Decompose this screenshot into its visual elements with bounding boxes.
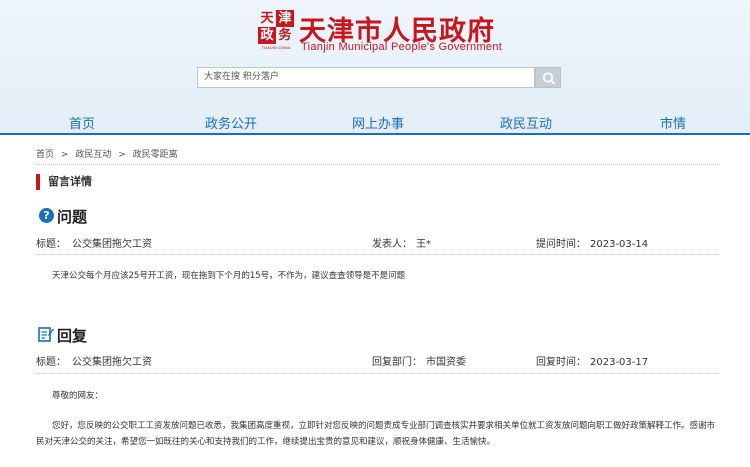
- site-logo[interactable]: 天 津 政 务 TIANJIN·CHINA 天津市人民政府 Tianjin Mu…: [258, 10, 508, 53]
- question-title-value: 公交集团拖欠工资: [72, 239, 152, 250]
- divider: [36, 164, 720, 165]
- question-title-row: 标题： 公交集团拖欠工资: [36, 235, 152, 250]
- question-time-value: 2023-03-14: [590, 239, 649, 250]
- question-time-row: 提问时间： 2023-03-14: [536, 235, 648, 250]
- nav-item-interaction[interactable]: 政民互动: [500, 113, 552, 132]
- reply-document-icon: [38, 327, 54, 342]
- section-title: 留言详情: [36, 174, 92, 190]
- question-circle-icon: ?: [39, 208, 54, 223]
- question-heading: 问题: [57, 208, 88, 226]
- question-content: 天津公交每个月应该25号开工资，现在拖到下个月的15号，不作为，建议查查领导是不…: [52, 271, 406, 281]
- reply-dept-label: 回复部门：: [372, 357, 422, 368]
- breadcrumb-separator: >: [118, 150, 126, 160]
- reply-greeting: 尊敬的网友：: [52, 391, 104, 401]
- breadcrumb: 首页 > 政民互动 > 政民零距离: [36, 147, 182, 160]
- reply-content: 您好，您反映的公交职工工资发放问题已收悉，我集团高度重视，立即针对您反映的问题责…: [36, 421, 716, 447]
- breadcrumb-current[interactable]: 政民零距离: [133, 150, 178, 160]
- reply-title-label: 标题：: [36, 357, 66, 368]
- seal-char-4: 务: [278, 28, 292, 43]
- seal-char-1: 天: [260, 11, 274, 26]
- search-input[interactable]: 大家在搜 积分落户: [197, 67, 535, 88]
- breadcrumb-separator: >: [60, 150, 69, 160]
- breadcrumb-home[interactable]: 首页: [36, 150, 54, 160]
- reply-time-row: 回复时间： 2023-03-17: [536, 353, 648, 368]
- nav-item-online-service[interactable]: 网上办事: [352, 113, 404, 132]
- seal-char-2: 津: [276, 10, 294, 27]
- nav-item-city-info[interactable]: 市情: [660, 113, 686, 132]
- reply-time-label: 回复时间：: [536, 357, 586, 368]
- seal-char-3: 政: [258, 27, 276, 44]
- reply-title-value: 公交集团拖欠工资: [72, 357, 152, 368]
- question-title-label: 标题：: [36, 239, 66, 250]
- reply-title-row: 标题： 公交集团拖欠工资: [36, 353, 152, 368]
- breadcrumb-interaction[interactable]: 政民互动: [75, 150, 111, 160]
- tianjin-seal-logo: 天 津 政 务 TIANJIN·CHINA: [258, 10, 294, 52]
- site-subtitle: Tianjin Municipal People's Government: [301, 41, 503, 53]
- question-author-row: 发表人： 王*: [372, 235, 431, 250]
- reply-heading: 回复: [57, 327, 88, 345]
- site-header: 天 津 政 务 TIANJIN·CHINA 天津市人民政府 Tianjin Mu…: [0, 0, 750, 135]
- reply-time-value: 2023-03-17: [590, 357, 649, 368]
- question-author-value: 王*: [416, 239, 431, 250]
- seal-subtext: TIANJIN·CHINA: [261, 45, 291, 50]
- search-icon: [542, 72, 556, 85]
- question-time-label: 提问时间：: [536, 239, 586, 250]
- question-author-label: 发表人：: [372, 239, 412, 250]
- nav-item-gov-affairs[interactable]: 政务公开: [205, 113, 257, 132]
- nav-item-home[interactable]: 首页: [69, 113, 95, 132]
- main-nav: 首页 政务公开 网上办事 政民互动 市情: [0, 110, 750, 135]
- divider: [36, 373, 720, 374]
- search-button[interactable]: [535, 67, 561, 88]
- divider: [36, 254, 720, 255]
- reply-dept-row: 回复部门： 市国资委: [372, 353, 466, 368]
- reply-dept-value: 市国资委: [426, 357, 466, 368]
